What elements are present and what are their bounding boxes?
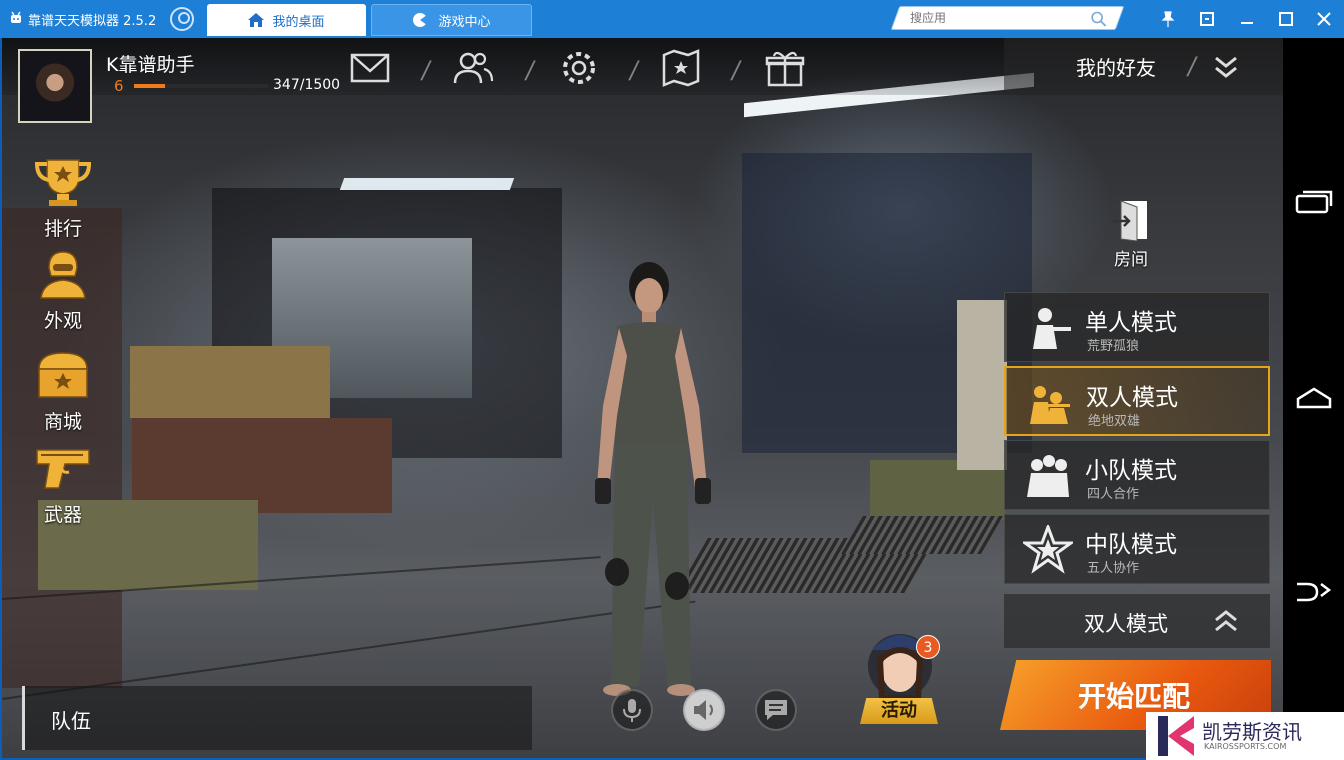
app-logo-icon (11, 11, 21, 23)
maximize-icon[interactable] (1276, 9, 1296, 29)
squad-soldiers-icon (1027, 455, 1069, 497)
appearance-label: 外观 (43, 310, 82, 332)
mode-duo[interactable]: 双人模式 绝地双雄 (1004, 366, 1270, 436)
microphone-button[interactable] (611, 689, 653, 731)
appearance-button[interactable]: 外观 (28, 248, 98, 334)
player-level: 6 (114, 77, 124, 95)
home-icon (248, 13, 265, 27)
friends-panel-toggle[interactable]: 我的好友 / (1004, 38, 1283, 95)
start-matching-label: 开始匹配 (1078, 680, 1191, 713)
team-label: 队伍 (51, 709, 91, 733)
mode-title: 双人模式 (1086, 385, 1178, 411)
gift-icon[interactable] (764, 49, 806, 87)
mode-subtitle: 五人协作 (1087, 561, 1140, 576)
mode-title: 中队模式 (1085, 532, 1177, 558)
trophy-icon (34, 159, 92, 206)
user-account-icon[interactable] (170, 7, 194, 31)
pistol-icon (36, 449, 90, 489)
weapons-label: 武器 (43, 504, 82, 526)
mode-platoon[interactable]: 中队模式 五人协作 (1004, 514, 1270, 584)
floor-grate (841, 516, 1003, 554)
solo-soldier-icon (1033, 308, 1071, 349)
chat-bubble-icon (765, 700, 787, 720)
player-avatar[interactable] (18, 49, 92, 123)
team-panel[interactable]: 队伍 (22, 686, 532, 750)
chevron-double-down-icon[interactable] (1212, 54, 1240, 80)
mode-subtitle: 荒野孤狼 (1087, 339, 1140, 354)
xp-progress-bar (134, 84, 268, 88)
mode-solo[interactable]: 单人模式 荒野孤狼 (1004, 292, 1270, 362)
chevron-double-up-icon[interactable] (1212, 608, 1240, 634)
watermark-logo-icon (1158, 716, 1194, 756)
tab-label: 我的桌面 (272, 14, 325, 30)
search-icon[interactable] (1091, 11, 1107, 27)
watermark-subtext: KAIROSSPORTS.COM (1204, 742, 1287, 751)
tab-label: 游戏中心 (438, 14, 491, 30)
chat-button[interactable] (755, 689, 797, 731)
event-girl-icon (868, 634, 932, 701)
mode-squad[interactable]: 小队模式 四人合作 (1004, 440, 1270, 510)
close-icon[interactable] (1314, 9, 1334, 29)
player-name: K靠谱助手 (106, 54, 195, 76)
app-title: 靠谱天天模拟器 2.5.2 (28, 14, 157, 29)
chest-icon (38, 352, 88, 398)
back-arrow-icon[interactable] (1293, 580, 1333, 606)
star-emblem-icon (1023, 525, 1073, 574)
event-count-badge: 3 (916, 635, 940, 659)
leaderboard-button[interactable]: 排行 (28, 156, 98, 242)
watermark-text: 凯劳斯资讯 (1202, 720, 1302, 744)
watermark: 凯劳斯资讯 KAIROSSPORTS.COM (1146, 712, 1344, 760)
weapons-button[interactable]: 武器 (28, 442, 98, 528)
speaker-icon (694, 700, 713, 720)
selected-mode-label: 双人模式 (1084, 612, 1168, 636)
recent-apps-icon[interactable] (1295, 188, 1333, 216)
crate (132, 418, 392, 513)
crate (130, 346, 330, 418)
shop-label: 商城 (43, 411, 82, 433)
mode-title: 单人模式 (1085, 310, 1177, 336)
window-mode-icon[interactable] (1197, 9, 1217, 29)
leaderboard-label: 排行 (43, 218, 82, 240)
room-button[interactable]: 房间 (1108, 199, 1154, 270)
home-nav-icon[interactable] (1295, 385, 1333, 411)
mode-title: 小队模式 (1085, 458, 1177, 484)
divider: / (1185, 52, 1199, 80)
mode-subtitle: 绝地双雄 (1088, 414, 1141, 429)
room-label: 房间 (1114, 250, 1148, 270)
emulator-titlebar: 靠谱天天模拟器 2.5.2 我的桌面 游戏中心 (0, 0, 1344, 38)
friends-label: 我的好友 (1076, 56, 1156, 80)
event-button[interactable]: 3 活动 (858, 620, 942, 726)
speaker-button[interactable] (683, 689, 725, 731)
ceiling-light (339, 178, 515, 190)
search-box[interactable] (890, 6, 1125, 30)
tab-game-center[interactable]: 游戏中心 (371, 4, 532, 36)
duo-soldiers-icon (1030, 386, 1070, 424)
social-icon[interactable] (452, 49, 494, 87)
xp-text: 347/1500 (273, 77, 341, 93)
mail-icon[interactable] (349, 49, 391, 87)
shop-button[interactable]: 商城 (28, 349, 98, 435)
pin-icon[interactable] (1158, 9, 1178, 29)
mode-subtitle: 四人合作 (1087, 487, 1140, 502)
event-label: 活动 (860, 698, 938, 724)
android-nav-bar (1283, 38, 1344, 760)
map-icon[interactable] (660, 49, 702, 87)
microphone-icon (623, 699, 641, 722)
soldier-icon (40, 251, 86, 299)
tab-my-desktop[interactable]: 我的桌面 (207, 4, 366, 36)
search-input[interactable] (910, 9, 1080, 27)
minimize-icon[interactable] (1237, 9, 1257, 29)
settings-gear-icon[interactable] (558, 49, 600, 87)
mode-selector[interactable]: 双人模式 (1004, 594, 1270, 648)
game-screen: K靠谱助手 6 347/1500 / / / / 我的好友 / 排行 外观 商城… (2, 38, 1283, 758)
player-character (595, 262, 711, 696)
door-icon (1113, 200, 1147, 242)
gamepad-icon (413, 13, 428, 27)
sandbag-stack (957, 300, 1007, 470)
xp-progress-fill (134, 84, 165, 88)
